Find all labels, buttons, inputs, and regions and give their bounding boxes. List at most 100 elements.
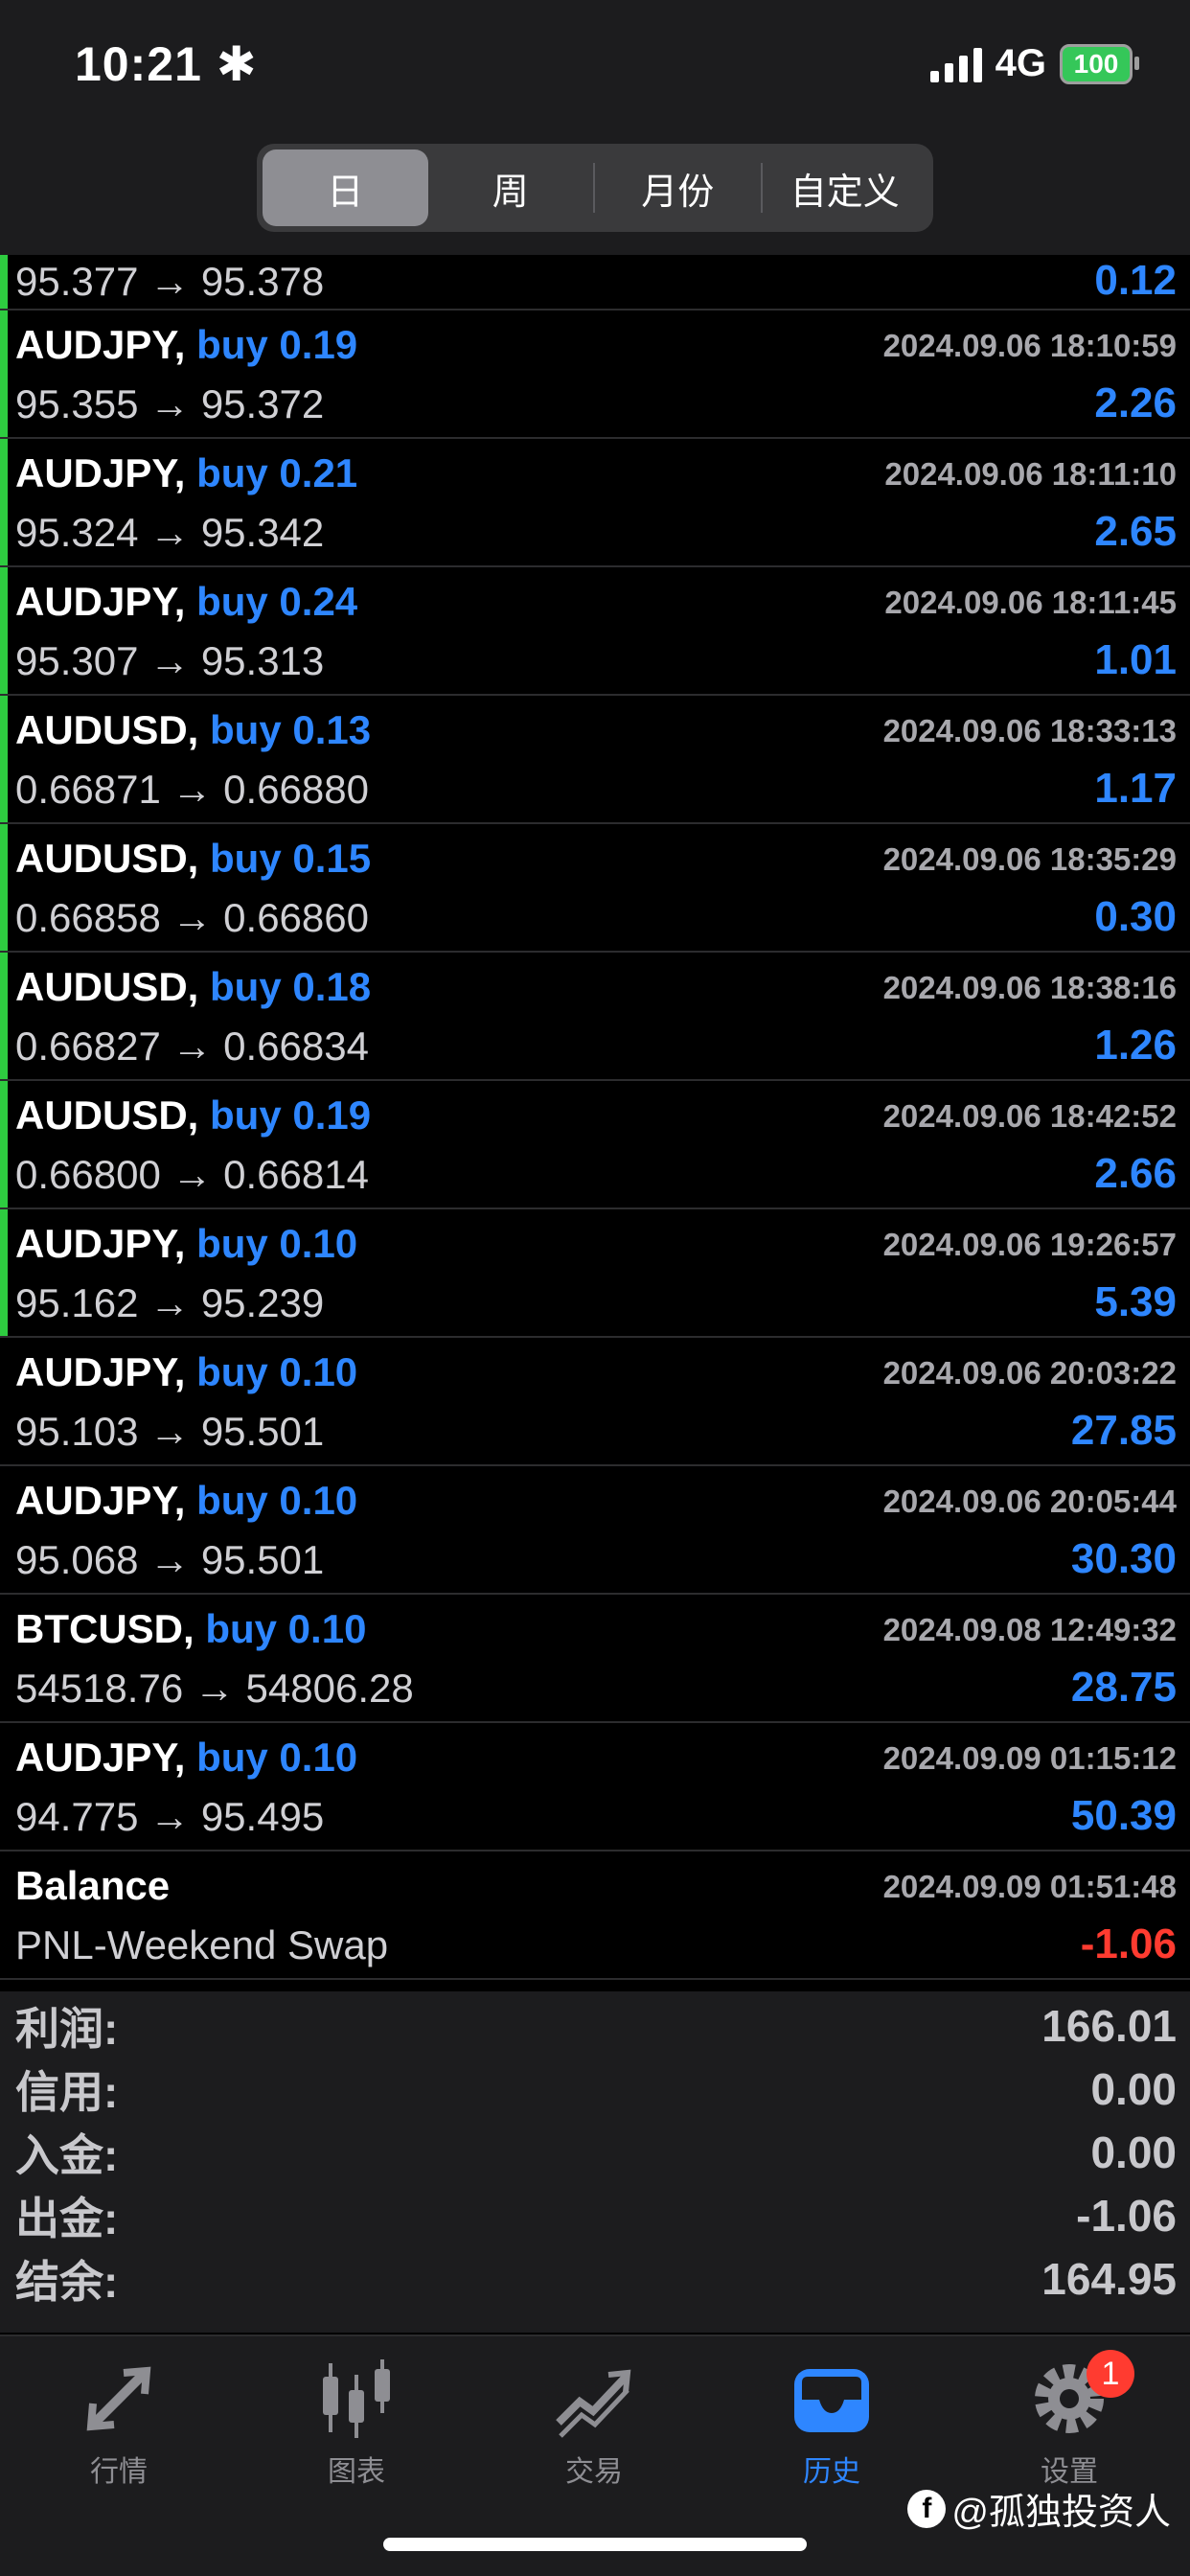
- watermark-text: @孤独投资人: [951, 2493, 1171, 2533]
- profit-indicator: [0, 567, 8, 694]
- status-time: 10:21 ✱: [75, 37, 258, 91]
- trade-row[interactable]: AUDJPY, buy 0.21 2024.09.06 18:11:10 95.…: [0, 439, 1190, 567]
- trade-side: buy 0.19: [196, 322, 358, 367]
- segment-day[interactable]: 日: [263, 150, 428, 226]
- trade-title: AUDJPY, buy 0.10: [15, 1735, 357, 1781]
- summary-label: 结余:: [15, 2257, 119, 2307]
- trade-profit: 2.26: [1094, 380, 1177, 426]
- account-summary: 利润: 166.01 信用: 0.00 入金: 0.00 出金: -1.06 结余: 16…: [0, 1991, 1190, 2333]
- candlestick-chart-icon: [323, 2359, 390, 2438]
- trade-profit: 0.12: [1094, 257, 1177, 304]
- trade-side: buy 0.10: [196, 1735, 358, 1780]
- trade-row[interactable]: AUDJPY, buy 0.10 2024.09.06 20:05:44 95.…: [0, 1466, 1190, 1595]
- trade-prices: 95.307 → 95.313: [15, 638, 325, 683]
- summary-label: 入金:: [15, 2130, 119, 2180]
- trade-prices: 0.66858 → 0.66860: [15, 895, 369, 940]
- trade-title: BTCUSD, buy 0.10: [15, 1606, 366, 1652]
- battery-icon: 100: [1060, 43, 1139, 84]
- trade-side: buy 0.15: [210, 836, 372, 881]
- trade-row[interactable]: BTCUSD, buy 0.10 2024.09.08 12:49:32 545…: [0, 1595, 1190, 1723]
- trade-time: 2024.09.08 12:49:32: [882, 1612, 1177, 1647]
- trade-profit: 0.30: [1094, 893, 1177, 940]
- segment-custom[interactable]: 自定义: [763, 150, 928, 226]
- trade-row[interactable]: AUDJPY, buy 0.24 2024.09.06 18:11:45 95.…: [0, 567, 1190, 696]
- trade-symbol: AUDJPY,: [15, 322, 186, 367]
- trade-title: AUDUSD, buy 0.13: [15, 707, 371, 753]
- trade-profit: 27.85: [1070, 1407, 1177, 1454]
- trade-title: AUDJPY, buy 0.24: [15, 579, 357, 625]
- trade-profit: 5.39: [1094, 1278, 1177, 1325]
- tab-quotes[interactable]: 行情: [42, 2356, 195, 2490]
- trade-side: buy 0.10: [196, 1478, 358, 1523]
- trade-symbol: AUDJPY,: [15, 1478, 186, 1523]
- trade-title: AUDJPY, buy 0.10: [15, 1478, 357, 1524]
- tab-label: 交易: [565, 2456, 623, 2488]
- trade-side: buy 0.10: [205, 1606, 367, 1651]
- trade-row[interactable]: AUDUSD, buy 0.13 2024.09.06 18:33:13 0.6…: [0, 696, 1190, 824]
- profit-indicator: [0, 1209, 8, 1336]
- summary-label: 信用:: [15, 2067, 119, 2117]
- trade-prices: 95.162 → 95.239: [15, 1280, 325, 1325]
- trade-symbol: AUDUSD,: [15, 836, 199, 881]
- trade-profit: 2.65: [1094, 508, 1177, 555]
- tab-label: 行情: [90, 2456, 148, 2488]
- summary-balance: 结余: 164.95: [15, 2248, 1177, 2310]
- trade-side: buy 0.18: [210, 964, 372, 1009]
- tab-label: 图表: [328, 2456, 385, 2488]
- history-inbox-icon: [794, 2369, 869, 2432]
- period-segmented-control: 日 周 月份 自定义: [257, 144, 933, 232]
- trade-prices: 0.66800 → 0.66814: [15, 1152, 369, 1197]
- trade-row[interactable]: AUDUSD, buy 0.15 2024.09.06 18:35:29 0.6…: [0, 824, 1190, 953]
- trade-side: buy 0.24: [196, 579, 358, 624]
- trade-symbol: AUDJPY,: [15, 450, 186, 495]
- trade-row[interactable]: AUDJPY, buy 0.10 2024.09.06 19:26:57 95.…: [0, 1209, 1190, 1338]
- trade-profit: 1.01: [1094, 636, 1177, 683]
- trade-side: buy 0.10: [196, 1221, 358, 1266]
- trade-prices: 95.377 → 95.378: [15, 259, 325, 304]
- trade-time: 2024.09.06 18:38:16: [882, 970, 1177, 1005]
- trade-prices: 94.775 → 95.495: [15, 1794, 325, 1839]
- trade-row[interactable]: AUDJPY, buy 0.19 2024.09.06 18:10:59 95.…: [0, 310, 1190, 439]
- summary-credit: 信用: 0.00: [15, 2058, 1177, 2120]
- trade-row[interactable]: AUDJPY, buy 0.10 2024.09.06 20:03:22 95.…: [0, 1338, 1190, 1466]
- tab-trade[interactable]: 交易: [517, 2356, 671, 2490]
- profit-indicator: [0, 696, 8, 822]
- balance-amount: -1.06: [1080, 1920, 1177, 1967]
- trade-time: 2024.09.06 18:42:52: [882, 1098, 1177, 1134]
- trade-row[interactable]: AUDJPY, buy 0.10 2024.09.09 01:15:12 94.…: [0, 1723, 1190, 1852]
- trade-time: 2024.09.06 20:05:44: [882, 1484, 1177, 1519]
- summary-value: 0.00: [1090, 2064, 1177, 2114]
- balance-row[interactable]: Balance 2024.09.09 01:51:48 PNL-Weekend …: [0, 1852, 1190, 1980]
- segment-week[interactable]: 周: [428, 150, 594, 226]
- trade-time: 2024.09.06 18:33:13: [882, 713, 1177, 748]
- trade-title: AUDJPY, buy 0.10: [15, 1221, 357, 1267]
- trade-side: buy 0.10: [196, 1349, 358, 1394]
- trade-row[interactable]: AUDUSD, buy 0.18 2024.09.06 18:38:16 0.6…: [0, 953, 1190, 1081]
- home-indicator[interactable]: [383, 2538, 807, 2551]
- segment-month[interactable]: 月份: [595, 150, 761, 226]
- trade-time: 2024.09.09 01:15:12: [882, 1740, 1177, 1776]
- trade-prices: 54518.76 → 54806.28: [15, 1666, 414, 1711]
- trade-prices: 0.66827 → 0.66834: [15, 1024, 369, 1069]
- period-selector-bar: 日 周 月份 自定义: [0, 134, 1190, 255]
- trade-title: AUDUSD, buy 0.19: [15, 1092, 371, 1138]
- history-list[interactable]: 95.377 → 95.378 0.12 AUDJPY, buy 0.19 20…: [0, 255, 1190, 1980]
- quotes-arrows-icon: [86, 2366, 151, 2431]
- trade-time: 2024.09.06 18:10:59: [882, 328, 1177, 363]
- trade-symbol: AUDUSD,: [15, 964, 199, 1009]
- trade-title: AUDUSD, buy 0.15: [15, 836, 371, 882]
- profit-indicator: [0, 255, 8, 309]
- profit-indicator: [0, 953, 8, 1079]
- trade-row[interactable]: AUDUSD, buy 0.19 2024.09.06 18:42:52 0.6…: [0, 1081, 1190, 1209]
- trade-prices: 95.355 → 95.372: [15, 381, 325, 426]
- tab-chart[interactable]: 图表: [280, 2356, 433, 2490]
- trade-row[interactable]: 95.377 → 95.378 0.12: [0, 255, 1190, 310]
- trade-symbol: AUDJPY,: [15, 1349, 186, 1394]
- tab-history[interactable]: 历史: [755, 2356, 908, 2490]
- tab-settings[interactable]: 1 设置: [993, 2350, 1146, 2490]
- trade-title: AUDJPY, buy 0.21: [15, 450, 357, 496]
- summary-value: 166.01: [1041, 2001, 1177, 2051]
- tab-label: 历史: [803, 2456, 860, 2488]
- balance-title: Balance: [15, 1863, 171, 1908]
- summary-value: -1.06: [1076, 2191, 1177, 2241]
